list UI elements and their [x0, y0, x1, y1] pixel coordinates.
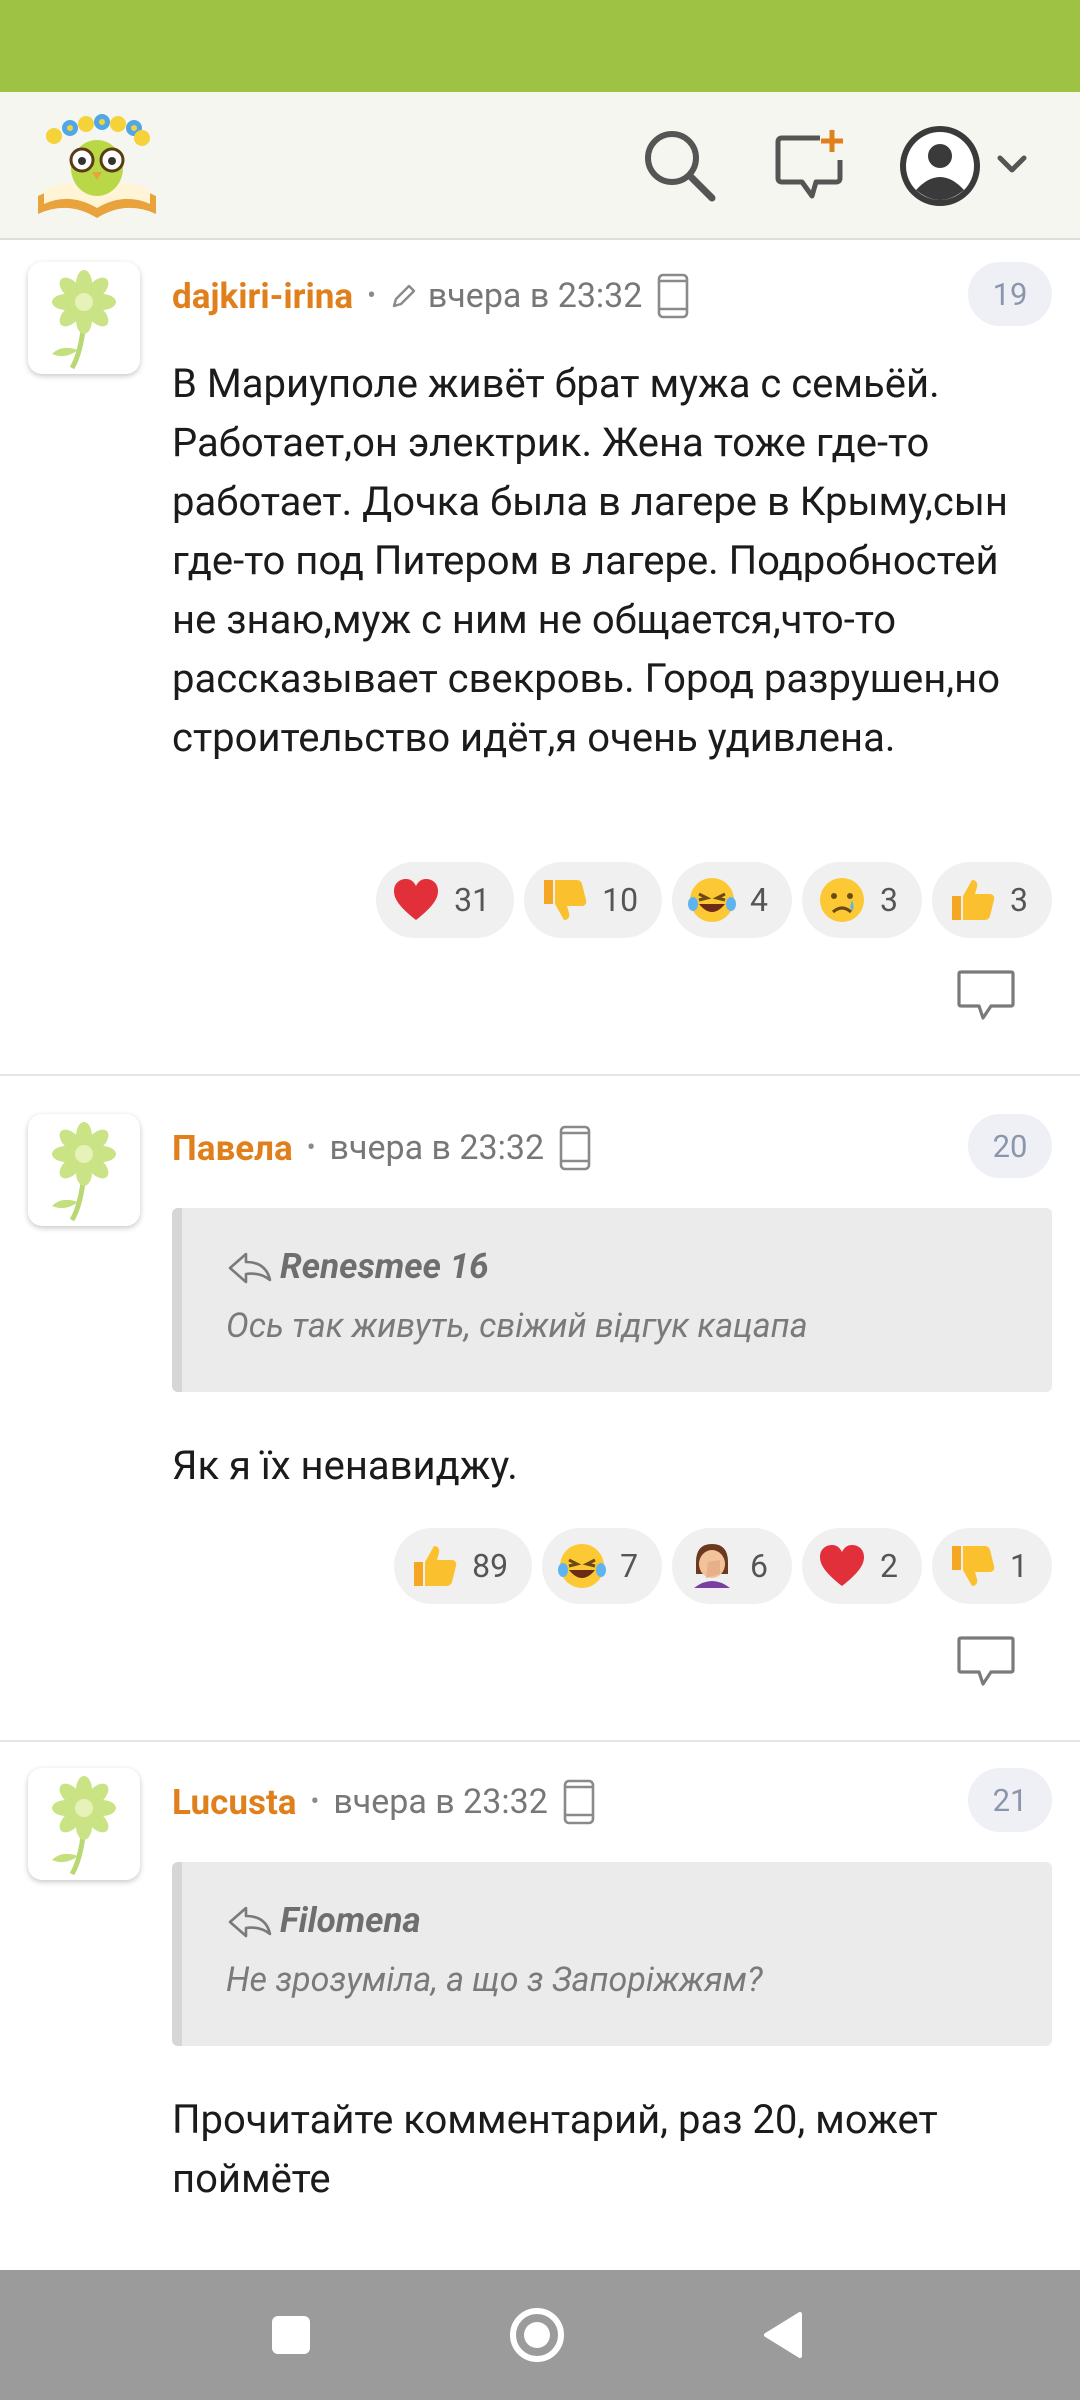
comment-time: вчера в 23:32 [333, 1782, 548, 1822]
comment-text: В Мариуполе живёт брат мужа с семьёй. Ра… [172, 360, 1008, 761]
reaction-heart[interactable]: 31 [376, 862, 515, 938]
tears-of-joy-icon [686, 874, 738, 926]
reaction-facepalm[interactable]: 6 [672, 1528, 793, 1604]
heart-icon [390, 874, 442, 926]
home-button[interactable] [502, 2300, 572, 2370]
divider [0, 1074, 1080, 1076]
search-icon[interactable] [640, 126, 720, 206]
comment-avatar[interactable] [28, 1114, 140, 1226]
comment-number[interactable]: 20 [968, 1114, 1052, 1178]
system-nav-bar [0, 2270, 1080, 2400]
phone-icon [558, 1125, 592, 1171]
reaction-heart[interactable]: 2 [802, 1528, 923, 1604]
comment-text: Прочитайте комментарий, раз 20, может по… [172, 2096, 938, 2202]
facepalm-icon [686, 1540, 738, 1592]
reaction-tears-of-joy[interactable]: 7 [542, 1528, 663, 1604]
comment-author[interactable]: Lucusta [172, 1782, 297, 1823]
comment-meta: dajkiri-irina • вчера в 23:32 [172, 268, 690, 324]
phone-icon [656, 273, 690, 319]
comment-author[interactable]: Павела [172, 1128, 293, 1169]
comment-time: вчера в 23:32 [427, 276, 643, 316]
phone-icon [562, 1779, 596, 1825]
tears-of-joy-icon [556, 1540, 608, 1592]
reaction-thumbs-up[interactable]: 3 [932, 862, 1052, 938]
quote-text: Не зрозуміла, а що з Запоріжжям? [226, 1960, 763, 2000]
user-avatar-icon[interactable] [900, 120, 1080, 212]
recent-apps-button[interactable] [256, 2300, 326, 2370]
comment-meta: Lucusta • вчера в 23:32 [172, 1774, 596, 1830]
reaction-thumbs-up[interactable]: 89 [394, 1528, 533, 1604]
comment-avatar[interactable] [28, 1768, 140, 1880]
thumbs-up-icon [408, 1540, 460, 1592]
reactions-bar: 89 7 6 2 1 [394, 1528, 1052, 1604]
reply-arrow-icon [228, 1252, 272, 1283]
reply-icon[interactable] [955, 1634, 1017, 1690]
new-post-icon[interactable] [772, 126, 852, 206]
thumbs-up-icon [946, 874, 998, 926]
reaction-crying-face[interactable]: 3 [802, 862, 923, 938]
comment-text: Як я їх ненавиджу. [172, 1442, 518, 1489]
chevron-down-icon [997, 155, 1027, 173]
comment-time: вчера в 23:32 [329, 1128, 545, 1168]
app-header [0, 92, 1080, 240]
reactions-bar: 31 10 4 3 3 [376, 862, 1052, 938]
status-bar [0, 0, 1080, 92]
pencil-icon [392, 284, 416, 308]
quoted-comment[interactable]: Filomena Не зрозуміла, а що з Запоріжжям… [172, 1862, 1052, 2046]
reply-arrow-icon [228, 1906, 272, 1937]
reply-icon[interactable] [955, 968, 1017, 1024]
comment-avatar[interactable] [28, 262, 140, 374]
comment-number[interactable]: 21 [968, 1768, 1052, 1832]
quote-author: Renesmee 16 [280, 1246, 489, 1287]
reaction-thumbs-down[interactable]: 10 [524, 862, 663, 938]
heart-icon [816, 1540, 868, 1592]
thumbs-down-icon [538, 874, 590, 926]
back-button[interactable] [748, 2300, 818, 2370]
quoted-comment[interactable]: Renesmee 16 Ось так живуть, свіжий відгу… [172, 1208, 1052, 1392]
comment-number[interactable]: 19 [968, 262, 1052, 326]
reaction-tears-of-joy[interactable]: 4 [672, 862, 793, 938]
comment-author[interactable]: dajkiri-irina [172, 276, 353, 317]
quote-text: Ось так живуть, свіжий відгук кацапа [226, 1306, 808, 1346]
divider [0, 1740, 1080, 1742]
comment-meta: Павела • вчера в 23:32 [172, 1120, 592, 1176]
book-owl-logo[interactable] [34, 110, 160, 222]
reaction-thumbs-down[interactable]: 1 [932, 1528, 1052, 1604]
crying-face-icon [816, 874, 868, 926]
quote-author: Filomena [280, 1900, 421, 1941]
thumbs-down-icon [946, 1540, 998, 1592]
